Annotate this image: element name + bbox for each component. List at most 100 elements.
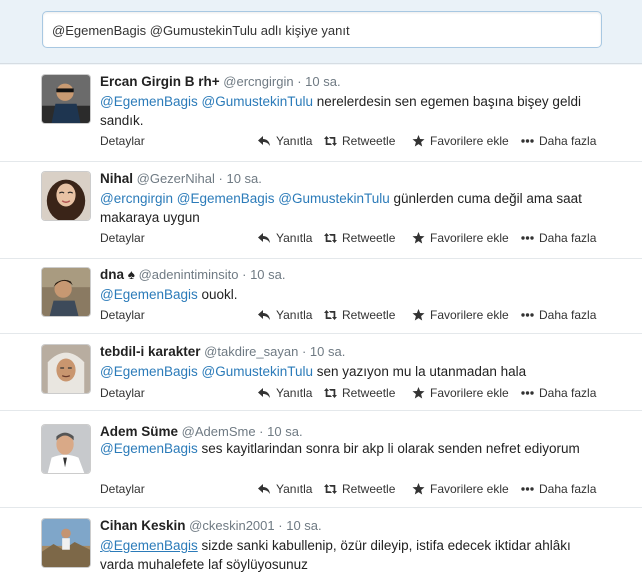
favorite-button[interactable]: Favorilere ekle [412, 308, 509, 322]
tweet-actions: Detaylar Yanıtla Retweetle Favorilere ek… [100, 482, 602, 498]
more-button[interactable]: Daha fazla [521, 134, 596, 148]
tweet-item[interactable]: Nihal @GezerNihal · 10 sa. @ercngirgin @… [0, 162, 642, 259]
retweet-label: Retweetle [342, 231, 396, 245]
avatar[interactable] [41, 171, 91, 221]
tweet-time[interactable]: 10 sa. [267, 424, 302, 439]
tweet-author-name[interactable]: Ercan Girgin B rh+ [100, 74, 220, 89]
more-icon [521, 139, 534, 143]
details-link[interactable]: Detaylar [100, 482, 145, 496]
reply-input[interactable]: @EgemenBagis @GumustekinTulu adlı kişiye… [42, 11, 602, 48]
more-icon [521, 236, 534, 240]
favorite-button[interactable]: Favorilere ekle [412, 482, 509, 496]
tweet-time[interactable]: 10 sa. [305, 74, 340, 89]
avatar[interactable] [41, 74, 91, 124]
tweet-actions: Detaylar Yanıtla Retweetle Favorilere ek… [100, 308, 602, 324]
avatar[interactable] [41, 344, 91, 394]
tweet-item[interactable]: tebdil-i karakter @takdire_sayan · 10 sa… [0, 334, 642, 411]
tweet-text: @EgemenBagis @GumustekinTulu nerelerdesi… [100, 92, 600, 130]
mention-link[interactable]: @EgemenBagis [100, 538, 198, 553]
tweet-header: Cihan Keskin @ckeskin2001 · 10 sa. [100, 518, 322, 533]
tweet-author-name[interactable]: Adem Süme [100, 424, 178, 439]
separator-dot: · [218, 171, 223, 186]
tweet-time[interactable]: 10 sa. [250, 267, 285, 282]
more-label: Daha fazla [539, 231, 597, 245]
tweet-author-name[interactable]: tebdil-i karakter [100, 344, 201, 359]
mention-link[interactable]: @EgemenBagis [100, 287, 198, 302]
star-icon [412, 309, 425, 321]
retweet-icon [324, 233, 337, 243]
reply-label: Yanıtla [276, 308, 313, 322]
retweet-label: Retweetle [342, 134, 396, 148]
mention-link[interactable]: @GumustekinTulu [202, 94, 314, 109]
tweet-item[interactable]: dna ♠ @adenintiminsito · 10 sa. @EgemenB… [0, 259, 642, 334]
tweet-header: dna ♠ @adenintiminsito · 10 sa. [100, 267, 286, 282]
favorite-button[interactable]: Favorilere ekle [412, 231, 509, 245]
details-link[interactable]: Detaylar [100, 308, 145, 322]
tweet-author-name[interactable]: Nihal [100, 171, 133, 186]
separator-dot: · [297, 74, 302, 89]
retweet-button[interactable]: Retweetle [324, 482, 395, 496]
reply-icon [258, 388, 270, 398]
reply-icon [258, 484, 270, 494]
mention-link[interactable]: @EgemenBagis [100, 441, 198, 456]
more-button[interactable]: Daha fazla [521, 308, 596, 322]
reply-label: Yanıtla [276, 482, 313, 496]
retweet-button[interactable]: Retweetle [324, 134, 395, 148]
star-icon [412, 483, 425, 495]
retweet-label: Retweetle [342, 482, 396, 496]
favorite-label: Favorilere ekle [430, 134, 509, 148]
mention-link[interactable]: @EgemenBagis [100, 364, 198, 379]
details-link[interactable]: Detaylar [100, 134, 145, 148]
more-icon [521, 391, 534, 395]
tweet-username[interactable]: @ckeskin2001 [189, 518, 274, 533]
favorite-button[interactable]: Favorilere ekle [412, 386, 509, 400]
more-button[interactable]: Daha fazla [521, 386, 596, 400]
tweet-text-part: ouokl. [197, 287, 238, 302]
tweet-username[interactable]: @takdire_sayan [204, 344, 298, 359]
tweet-actions: Detaylar Yanıtla Retweetle Favorilere ek… [100, 134, 602, 150]
mention-link[interactable]: @GumustekinTulu [202, 364, 314, 379]
retweet-button[interactable]: Retweetle [324, 231, 395, 245]
retweet-button[interactable]: Retweetle [324, 308, 395, 322]
reply-icon [258, 233, 270, 243]
mention-link[interactable]: @EgemenBagis [100, 94, 198, 109]
more-icon [521, 487, 534, 491]
retweet-icon [324, 136, 337, 146]
mention-link[interactable]: @ercngirgin [100, 191, 173, 206]
tweet-username[interactable]: @ercngirgin [223, 74, 293, 89]
tweet-username[interactable]: @AdemSme [182, 424, 256, 439]
tweet-author-name[interactable]: dna ♠ [100, 267, 135, 282]
mention-link[interactable]: @GumustekinTulu [278, 191, 390, 206]
favorite-button[interactable]: Favorilere ekle [412, 134, 509, 148]
tweet-username[interactable]: @adenintiminsito [139, 267, 239, 282]
tweet-item[interactable]: Cihan Keskin @ckeskin2001 · 10 sa. @Egem… [0, 508, 642, 576]
tweet-item[interactable]: Ercan Girgin B rh+ @ercngirgin · 10 sa. … [0, 65, 642, 162]
details-link[interactable]: Detaylar [100, 231, 145, 245]
more-label: Daha fazla [539, 308, 597, 322]
tweet-time[interactable]: 10 sa. [226, 171, 261, 186]
mention-link[interactable]: @EgemenBagis [177, 191, 275, 206]
more-button[interactable]: Daha fazla [521, 482, 596, 496]
tweet-author-name[interactable]: Cihan Keskin [100, 518, 186, 533]
reply-button[interactable]: Yanıtla [258, 386, 312, 400]
retweet-button[interactable]: Retweetle [324, 386, 395, 400]
tweet-time[interactable]: 10 sa. [310, 344, 345, 359]
tweet-text: @EgemenBagis ses kayitlarindan sonra bir… [100, 439, 600, 458]
tweet-item[interactable]: Adem Süme @AdemSme · 10 sa. @EgemenBagis… [0, 411, 642, 508]
retweet-label: Retweetle [342, 386, 396, 400]
reply-button[interactable]: Yanıtla [258, 308, 312, 322]
reply-button[interactable]: Yanıtla [258, 231, 312, 245]
avatar[interactable] [41, 267, 91, 317]
details-link[interactable]: Detaylar [100, 386, 145, 400]
avatar[interactable] [41, 424, 91, 474]
tweet-username[interactable]: @GezerNihal [137, 171, 215, 186]
reply-button[interactable]: Yanıtla [258, 134, 312, 148]
reply-button[interactable]: Yanıtla [258, 482, 312, 496]
more-button[interactable]: Daha fazla [521, 231, 596, 245]
tweet-actions: Detaylar Yanıtla Retweetle Favorilere ek… [100, 231, 602, 247]
tweet-time[interactable]: 10 sa. [286, 518, 321, 533]
tweet-header: Adem Süme @AdemSme · 10 sa. [100, 424, 303, 439]
tweet-text-part: sen yazıyon mu la utanmadan hala [313, 364, 527, 379]
favorite-label: Favorilere ekle [430, 482, 509, 496]
avatar[interactable] [41, 518, 91, 568]
